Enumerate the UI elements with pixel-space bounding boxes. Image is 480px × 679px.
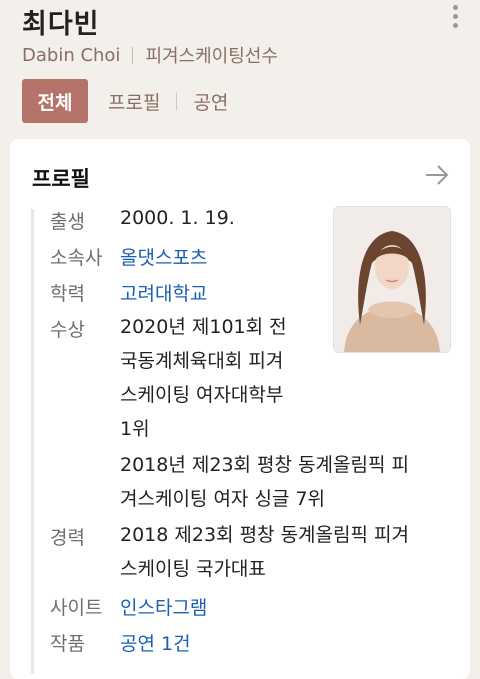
- page-title: 최다빈: [22, 9, 100, 40]
- row-label: 수상: [50, 319, 85, 341]
- divider: [176, 92, 178, 110]
- profile-card-title: 프로필: [32, 167, 90, 191]
- career-line: 2018 제23회 평창 동계올림픽 피겨: [120, 524, 409, 546]
- site-link[interactable]: 인스타그램: [120, 593, 207, 620]
- tab-performance[interactable]: 공연: [187, 88, 234, 115]
- divider: [132, 46, 134, 64]
- award-line: 2020년 제101회 전: [120, 316, 287, 338]
- occupation[interactable]: 피겨스케이팅선수: [145, 42, 277, 68]
- profile-accent-bar: [31, 209, 34, 674]
- profile-row-agency: 소속사 올댓스포츠: [50, 243, 207, 270]
- tab-all[interactable]: 전체: [22, 79, 88, 123]
- award-line: 스케이팅 여자대학부: [120, 384, 284, 406]
- tab-profile[interactable]: 프로필: [102, 88, 166, 115]
- profile-row-site: 사이트 인스타그램: [50, 593, 207, 620]
- arrow-right-icon[interactable]: [424, 163, 450, 187]
- row-label: 소속사: [50, 247, 103, 269]
- profile-card: 프로필 출생 2000. 1. 19. 소속사 올댓스포츠 학력 고려대학교 수…: [10, 139, 470, 679]
- profile-row-career: 경력: [50, 523, 120, 550]
- career-line: 스케이팅 국가대표: [120, 558, 266, 580]
- award-line: 겨스케이팅 여자 싱글 7위: [120, 488, 326, 510]
- row-label: 경력: [50, 527, 85, 549]
- row-label: 출생: [50, 211, 85, 233]
- english-name: Dabin Choi: [22, 44, 121, 66]
- row-label: 사이트: [50, 597, 103, 619]
- award-line: 2018년 제23회 평창 동계올림픽 피: [120, 454, 409, 476]
- profile-row-birth: 출생 2000. 1. 19.: [50, 207, 235, 234]
- subtitle: Dabin Choi 피겨스케이팅선수: [22, 42, 278, 68]
- agency-link[interactable]: 올댓스포츠: [120, 243, 207, 270]
- education-link[interactable]: 고려대학교: [120, 279, 207, 306]
- tab-bar: 전체 프로필 공연: [22, 79, 234, 123]
- birth-value: 2000. 1. 19.: [120, 207, 235, 229]
- more-options-icon[interactable]: [448, 2, 462, 34]
- award-line: 국동계체육대회 피겨: [120, 350, 284, 372]
- award-line: 1위: [120, 418, 150, 440]
- row-label: 학력: [50, 283, 85, 305]
- profile-row-education: 학력 고려대학교: [50, 279, 207, 306]
- profile-photo[interactable]: [333, 206, 451, 353]
- profile-row-works: 작품 공연 1건: [50, 629, 191, 656]
- works-link[interactable]: 공연 1건: [120, 629, 191, 656]
- row-label: 작품: [50, 633, 85, 655]
- profile-row-awards: 수상: [50, 315, 120, 342]
